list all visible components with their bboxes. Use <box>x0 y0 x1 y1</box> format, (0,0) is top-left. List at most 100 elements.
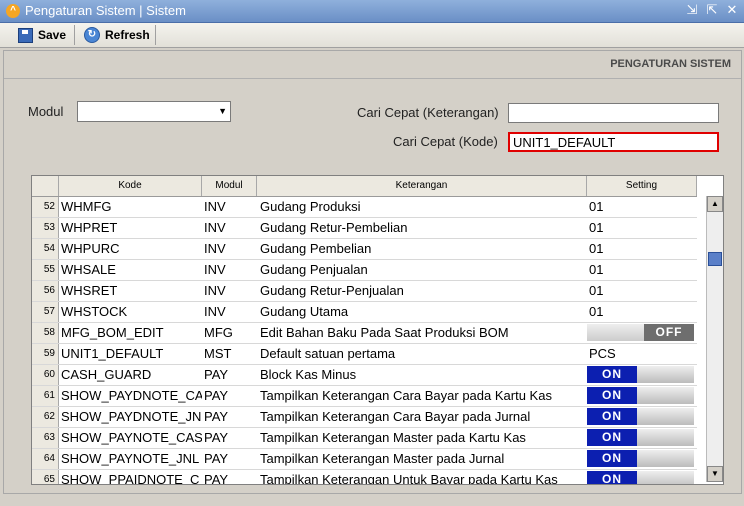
table-body: 52 WHMFG INV Gudang Produksi 01 53 WHPRET INV Gu… <box>32 197 697 485</box>
table-row[interactable]: 57 WHSTOCK INV Gudang Utama 01 <box>32 302 697 323</box>
row-number: 60 <box>32 365 59 385</box>
kode-cell: WHPURC <box>61 241 120 256</box>
kode-cell: MFG_BOM_EDIT <box>61 325 164 340</box>
minimize-icon[interactable]: ⇲ <box>684 2 700 18</box>
keterangan-cell: Tampilkan Keterangan Untuk Bayar pada Ka… <box>260 472 558 485</box>
kode-cell: CASH_GUARD <box>61 367 152 382</box>
scroll-thumb[interactable] <box>708 252 722 266</box>
modul-label: Modul <box>28 104 64 119</box>
keterangan-cell: Block Kas Minus <box>260 367 357 382</box>
scroll-up-icon[interactable]: ▲ <box>707 196 723 212</box>
cari-keterangan-input[interactable] <box>508 103 719 123</box>
toggle-track <box>637 366 694 383</box>
save-button[interactable]: Save <box>14 25 70 45</box>
table-row[interactable]: 65 SHOW_PPAIDNOTE_C PAY Tampilkan Keteranga… <box>32 470 697 485</box>
refresh-label: Refresh <box>105 28 150 42</box>
setting-toggle[interactable]: ON <box>587 407 694 426</box>
table-row[interactable]: 58 MFG_BOM_EDIT MFG Edit Bahan Baku Pada Sa… <box>32 323 697 344</box>
toggle-label: OFF <box>644 324 694 341</box>
toggle-track <box>637 408 694 425</box>
kode-cell: SHOW_PAYNOTE_CAS <box>61 430 202 445</box>
modul-cell: PAY <box>204 367 229 382</box>
setting-cell[interactable]: 01 <box>587 218 697 238</box>
row-number: 62 <box>32 407 59 427</box>
table-row[interactable]: 55 WHSALE INV Gudang Penjualan 01 <box>32 260 697 281</box>
table-row[interactable]: 63 SHOW_PAYNOTE_CAS PAY Tampilkan Keteranga… <box>32 428 697 449</box>
title-bar: ^ Pengaturan Sistem | Sistem ⇲ ⇱ ✕ <box>0 0 744 23</box>
setting-cell[interactable]: 01 <box>587 281 697 301</box>
setting-toggle[interactable]: ON <box>587 386 694 405</box>
setting-cell[interactable]: 01 <box>587 197 697 217</box>
panel-divider <box>4 78 741 79</box>
kode-cell: SHOW_PAYDNOTE_CA <box>61 388 202 403</box>
setting-cell[interactable]: PCS <box>587 344 697 364</box>
vertical-scrollbar[interactable]: ▲ ▼ <box>706 196 723 482</box>
modul-cell: INV <box>204 241 226 256</box>
modul-cell: PAY <box>204 388 229 403</box>
window-controls: ⇲ ⇱ ✕ <box>684 2 740 18</box>
keterangan-cell: Gudang Penjualan <box>260 262 368 277</box>
table-row[interactable]: 56 WHSRET INV Gudang Retur-Penjualan 01 <box>32 281 697 302</box>
kode-cell: SHOW_PAYNOTE_JNL <box>61 451 200 466</box>
cari-kode-input[interactable]: UNIT1_DEFAULT <box>508 132 719 152</box>
maximize-icon[interactable]: ⇱ <box>704 2 720 18</box>
table-row[interactable]: 64 SHOW_PAYNOTE_JNL PAY Tampilkan Keteranga… <box>32 449 697 470</box>
column-header-keterangan[interactable]: Keterangan <box>257 176 587 196</box>
setting-cell[interactable]: 01 <box>587 260 697 280</box>
row-number: 53 <box>32 218 59 238</box>
modul-select[interactable]: ▼ <box>77 101 231 122</box>
scroll-down-icon[interactable]: ▼ <box>707 466 723 482</box>
table-row[interactable]: 54 WHPURC INV Gudang Pembelian 01 <box>32 239 697 260</box>
setting-cell[interactable]: 01 <box>587 302 697 322</box>
close-icon[interactable]: ✕ <box>724 2 740 18</box>
table-row[interactable]: 59 UNIT1_DEFAULT MST Default satuan pertama… <box>32 344 697 365</box>
row-number: 63 <box>32 428 59 448</box>
table-row[interactable]: 52 WHMFG INV Gudang Produksi 01 <box>32 197 697 218</box>
modul-cell: PAY <box>204 430 229 445</box>
toolbar: Save ↻ Refresh <box>0 23 744 48</box>
row-number: 56 <box>32 281 59 301</box>
setting-toggle[interactable]: ON <box>587 365 694 384</box>
row-number: 64 <box>32 449 59 469</box>
window-title: Pengaturan Sistem | Sistem <box>25 3 186 18</box>
keterangan-cell: Tampilkan Keterangan Cara Bayar pada Kar… <box>260 388 552 403</box>
setting-toggle[interactable]: ON <box>587 449 694 468</box>
table-row[interactable]: 62 SHOW_PAYDNOTE_JN PAY Tampilkan Keteranga… <box>32 407 697 428</box>
toggle-label: ON <box>587 387 637 404</box>
save-icon <box>18 27 33 43</box>
modul-cell: PAY <box>204 451 229 466</box>
row-number: 59 <box>32 344 59 364</box>
row-number: 58 <box>32 323 59 343</box>
setting-toggle[interactable]: ON <box>587 428 694 447</box>
toolbar-divider <box>155 25 156 45</box>
app-icon: ^ <box>6 4 20 18</box>
modul-cell: PAY <box>204 472 229 485</box>
table-row[interactable]: 53 WHPRET INV Gudang Retur-Pembelian 01 <box>32 218 697 239</box>
setting-toggle[interactable]: ON <box>587 470 694 484</box>
row-number-header <box>32 176 59 196</box>
column-header-setting[interactable]: Setting <box>587 176 697 196</box>
kode-cell: WHMFG <box>61 199 112 214</box>
row-number: 65 <box>32 470 59 484</box>
row-number: 54 <box>32 239 59 259</box>
row-number: 57 <box>32 302 59 322</box>
keterangan-cell: Gudang Retur-Pembelian <box>260 220 408 235</box>
chevron-down-icon: ▼ <box>218 106 227 116</box>
modul-cell: INV <box>204 220 226 235</box>
toggle-track <box>587 324 644 341</box>
keterangan-cell: Gudang Retur-Penjualan <box>260 283 404 298</box>
column-header-kode[interactable]: Kode <box>59 176 202 196</box>
column-header-modul[interactable]: Modul <box>202 176 257 196</box>
setting-cell[interactable]: 01 <box>587 239 697 259</box>
setting-toggle[interactable]: OFF <box>587 323 694 342</box>
table-row[interactable]: 61 SHOW_PAYDNOTE_CA PAY Tampilkan Keteranga… <box>32 386 697 407</box>
refresh-button[interactable]: ↻ Refresh <box>80 25 154 45</box>
save-label: Save <box>38 28 67 42</box>
modul-cell: MFG <box>204 325 233 340</box>
refresh-icon: ↻ <box>84 27 100 43</box>
kode-cell: SHOW_PAYDNOTE_JN <box>61 409 202 424</box>
modul-cell: INV <box>204 199 226 214</box>
panel-title: PENGATURAN SISTEM <box>610 58 731 70</box>
cari-kode-label: Cari Cepat (Kode) <box>393 134 498 149</box>
table-row[interactable]: 60 CASH_GUARD PAY Block Kas Minus ON <box>32 365 697 386</box>
